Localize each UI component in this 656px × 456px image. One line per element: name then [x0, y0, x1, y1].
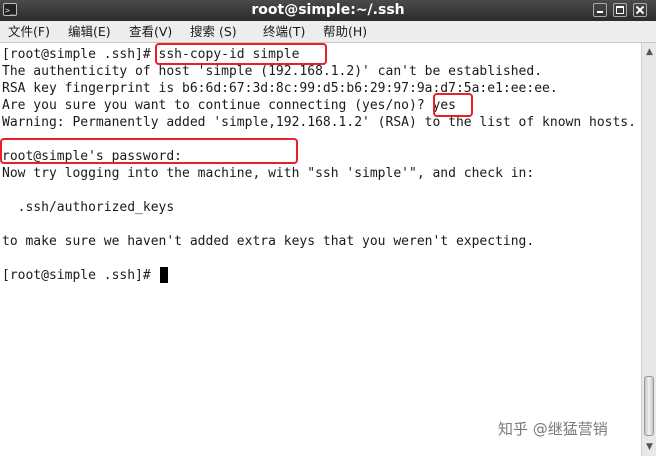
menu-bar: 文件(F) 编辑(E) 查看(V) 搜索 (S) 终端(T) 帮助(H) — [0, 21, 656, 43]
menu-search[interactable]: 搜索 (S) — [190, 24, 237, 40]
terminal-line: RSA key fingerprint is b6:6d:67:3d:8c:99… — [2, 81, 558, 96]
terminal-line: to make sure we haven't added extra keys… — [2, 234, 535, 249]
maximize-icon[interactable] — [613, 3, 627, 17]
scroll-down-icon[interactable]: ▼ — [643, 440, 656, 454]
menu-view[interactable]: 查看(V) — [129, 24, 172, 40]
terminal-line: The authenticity of host 'simple (192.16… — [2, 64, 543, 79]
terminal-output[interactable]: [root@simple .ssh]# ssh-copy-id simple T… — [0, 43, 640, 456]
vertical-scrollbar[interactable]: ▲ ▼ — [641, 43, 656, 456]
highlight-password-box — [0, 138, 298, 164]
window-title: root@simple:~/.ssh — [251, 2, 405, 18]
terminal-prompt: [root@simple .ssh]# — [2, 268, 159, 283]
menu-edit[interactable]: 编辑(E) — [68, 24, 111, 40]
terminal-line: Warning: Permanently added 'simple,192.1… — [2, 115, 636, 130]
terminal-cursor — [160, 267, 168, 283]
terminal-line: Now try logging into the machine, with "… — [2, 166, 535, 181]
menu-help[interactable]: 帮助(H) — [323, 24, 367, 40]
minimize-icon[interactable] — [593, 3, 607, 17]
highlight-command-box — [155, 43, 327, 65]
terminal-line: .ssh/authorized_keys — [2, 200, 175, 215]
watermark: 知乎 @继猛营销 — [498, 420, 608, 438]
close-icon[interactable] — [633, 3, 647, 17]
window-titlebar: >_ root@simple:~/.ssh — [0, 0, 656, 21]
menu-terminal[interactable]: 终端(T) — [263, 24, 305, 40]
menu-file[interactable]: 文件(F) — [8, 24, 50, 40]
terminal-line: Are you sure you want to continue connec… — [2, 98, 456, 113]
scrollbar-thumb[interactable] — [644, 376, 654, 436]
highlight-yes-box — [433, 93, 473, 117]
scroll-up-icon[interactable]: ▲ — [643, 45, 656, 59]
